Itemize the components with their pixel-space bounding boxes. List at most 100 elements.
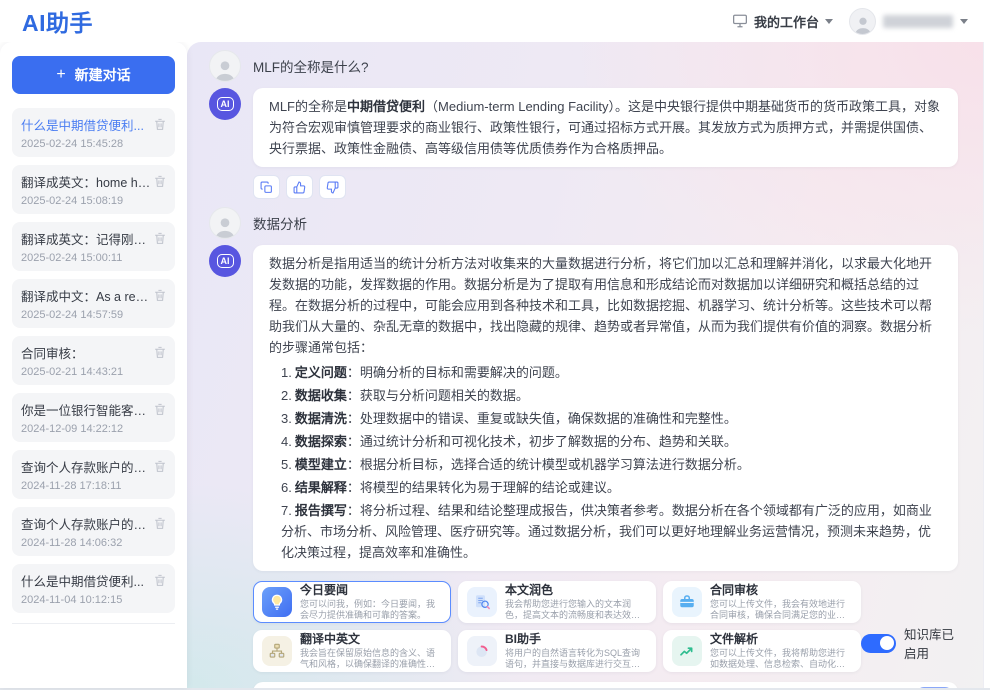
knowledge-base-toggle-group: 知识库已启用 (861, 624, 958, 662)
conversation-row: 什么是中期借贷便利... (21, 571, 166, 590)
card-today-news[interactable]: 今日要闻 您可以问我，例如：今日要闻，我会尽力提供准确和可靠的答案。 (253, 581, 451, 623)
conversation-title: 合同审核： (21, 343, 84, 362)
step-text: ：根据分析目标，选择合适的统计模型或机器学习算法进行数据分析。 (347, 457, 750, 472)
pie-chart-icon (467, 636, 497, 666)
knowledge-base-label: 知识库已启用 (904, 624, 958, 662)
conversation-item[interactable]: 翻译成英文：记得刚开始... 2025-02-24 15:00:11 (12, 222, 175, 271)
trash-icon[interactable] (154, 175, 166, 188)
step-number: 2. (281, 388, 292, 403)
new-conversation-button[interactable]: + 新建对话 (12, 56, 175, 94)
conversation-time: 2024-11-28 14:06:32 (21, 537, 166, 549)
conversation-title: 什么是中期借贷便利... (21, 571, 144, 590)
top-header: AI助手 我的工作台 (0, 0, 990, 42)
avatar (849, 8, 876, 35)
step-item: 4.数据探索：通过统计分析和可视化技术，初步了解数据的分布、趋势和关联。 (281, 431, 942, 452)
conversation-time: 2024-11-04 10:12:15 (21, 594, 166, 606)
trash-icon[interactable] (154, 232, 166, 245)
conversation-item[interactable]: 查询个人存款账户的最新... 2024-11-28 17:18:11 (12, 450, 175, 499)
workspace-menu[interactable]: 我的工作台 (732, 12, 833, 31)
conversation-item[interactable]: 翻译成英文：home home 2025-02-24 15:08:19 (12, 165, 175, 214)
trash-icon[interactable] (154, 574, 166, 587)
user-message-data-analysis: 数据分析 (209, 207, 958, 239)
trash-icon[interactable] (154, 346, 166, 359)
step-text: ：将分析过程、结果和结论整理成报告，供决策者参考。数据分析在各个领域都有广泛的应… (281, 503, 932, 560)
feature-card-area: 今日要闻 您可以问我，例如：今日要闻，我会尽力提供准确和可靠的答案。 本文润色 … (253, 581, 958, 672)
header-right: 我的工作台 (732, 8, 968, 35)
card-title: BI助手 (505, 632, 647, 646)
step-label: 定义问题 (295, 365, 347, 380)
card-body: BI助手 将用户的自然语言转化为SQL查询语句，并直接与数据库进行交互，返回智能… (505, 632, 647, 670)
trash-icon[interactable] (154, 289, 166, 302)
step-number: 6. (281, 480, 292, 495)
scrollbar[interactable] (983, 42, 990, 688)
conversation-title: 翻译成中文：As a reader... (21, 286, 154, 305)
ai-text-bold: 中期借贷便利 (347, 99, 425, 114)
conversation-row: 查询个人存款账户的最新... (21, 514, 166, 533)
step-text: ：获取与分析问题相关的数据。 (347, 388, 529, 403)
sitemap-icon (262, 636, 292, 666)
person-icon (212, 214, 238, 238)
conversation-row: 翻译成中文：As a reader... (21, 286, 166, 305)
copy-icon (260, 181, 273, 194)
step-label: 模型建立 (295, 457, 347, 472)
conversation-time: 2025-02-24 15:08:19 (21, 195, 166, 207)
trash-icon[interactable] (154, 460, 166, 473)
copy-button[interactable] (253, 175, 280, 199)
trash-icon[interactable] (154, 517, 166, 530)
conversation-item[interactable]: 什么是中期借贷便利... 2024-11-04 10:12:15 (12, 564, 175, 613)
conversation-row: 你是一位银行智能客服，... (21, 400, 166, 419)
user-message-mlf: MLF的全称是什么? (209, 50, 958, 82)
chevron-down-icon (960, 19, 968, 24)
thumbs-up-icon (293, 181, 306, 194)
message-actions (253, 175, 958, 199)
conversation-row: 翻译成英文：home home (21, 172, 166, 191)
step-label: 数据清洗 (295, 411, 347, 426)
step-item: 1.定义问题：明确分析的目标和需要解决的问题。 (281, 362, 942, 383)
ai-badge: AI (217, 254, 234, 268)
card-desc: 将用户的自然语言转化为SQL查询语句，并直接与数据库进行交互，返回智能推荐的图表… (505, 648, 647, 670)
conversation-item[interactable]: 查询个人存款账户的最新... 2024-11-28 14:06:32 (12, 507, 175, 556)
thumbs-down-icon (326, 181, 339, 194)
app-logo: AI助手 (22, 4, 93, 38)
card-translate[interactable]: 翻译中英文 我会旨在保留原始信息的含义、语气和风格，以确保翻译的准确性和自然流畅… (253, 630, 451, 672)
user-account-menu[interactable] (849, 8, 968, 35)
card-bi-assistant[interactable]: BI助手 将用户的自然语言转化为SQL查询语句，并直接与数据库进行交互，返回智能… (458, 630, 656, 672)
step-number: 4. (281, 434, 292, 449)
user-message-text: 数据分析 (253, 213, 307, 233)
card-text-polish[interactable]: 本文润色 我会帮助您进行您输入的文本润色，提高文本的流畅度和表达效果。 (458, 581, 656, 623)
card-title: 文件解析 (710, 632, 852, 646)
conversation-item[interactable]: 你是一位银行智能客服，... 2024-12-09 14:22:12 (12, 393, 175, 442)
ai-message-mlf: AI MLF的全称是中期借贷便利（Medium-term Lending Fac… (209, 88, 958, 167)
conversation-title: 什么是中期借贷便利... (21, 115, 144, 134)
send-button[interactable] (916, 687, 953, 689)
steps-list: 1.定义问题：明确分析的目标和需要解决的问题。 2.数据收集：获取与分析问题相关… (269, 362, 942, 563)
trash-icon[interactable] (154, 118, 166, 131)
card-file-parse[interactable]: 文件解析 您可以上传文件，我将帮助您进行如数据处理、信息检索、自动化办公等。 (663, 630, 861, 672)
step-label: 数据探索 (295, 434, 347, 449)
step-number: 7. (281, 503, 292, 518)
conversation-row: 查询个人存款账户的最新... (21, 457, 166, 476)
workspace-label: 我的工作台 (754, 12, 819, 31)
step-label: 数据收集 (295, 388, 347, 403)
conversation-item[interactable]: 合同审核： 2025-02-21 14:43:21 (12, 336, 175, 385)
ai-avatar: AI (209, 88, 241, 120)
conversation-title: 你是一位银行智能客服，... (21, 400, 154, 419)
knowledge-base-toggle[interactable] (861, 634, 896, 653)
thumbs-down-button[interactable] (319, 175, 346, 199)
step-number: 5. (281, 457, 292, 472)
ai-intro-text: 数据分析是指用适当的统计分析方法对收集来的大量数据进行分析，将它们加以汇总和理解… (269, 256, 932, 355)
chat-thread: MLF的全称是什么? AI MLF的全称是中期借贷便利（Medium-term … (187, 42, 990, 688)
chat-main-area: MLF的全称是什么? AI MLF的全称是中期借贷便利（Medium-term … (187, 42, 990, 688)
conversation-time: 2025-02-24 15:00:11 (21, 252, 166, 264)
conversation-sidebar: + 新建对话 什么是中期借贷便利... 2025-02-24 15:45:28 … (0, 42, 187, 688)
app-window: AI助手 我的工作台 + 新建对话 (0, 0, 990, 690)
step-item: 6.结果解释：将模型的结果转化为易于理解的结论或建议。 (281, 477, 942, 498)
conversation-item[interactable]: 翻译成中文：As a reader... 2025-02-24 14:57:59 (12, 279, 175, 328)
user-avatar (209, 207, 241, 239)
conversation-item[interactable]: 什么是中期借贷便利... 2025-02-24 15:45:28 (12, 108, 175, 157)
thumbs-up-button[interactable] (286, 175, 313, 199)
username-redacted (883, 15, 953, 28)
trash-icon[interactable] (154, 403, 166, 416)
card-contract-review[interactable]: 合同审核 您可以上传文件，我会有效地进行合同审核，确保合同满足您的业务需求。 (663, 581, 861, 623)
person-icon (212, 57, 238, 81)
